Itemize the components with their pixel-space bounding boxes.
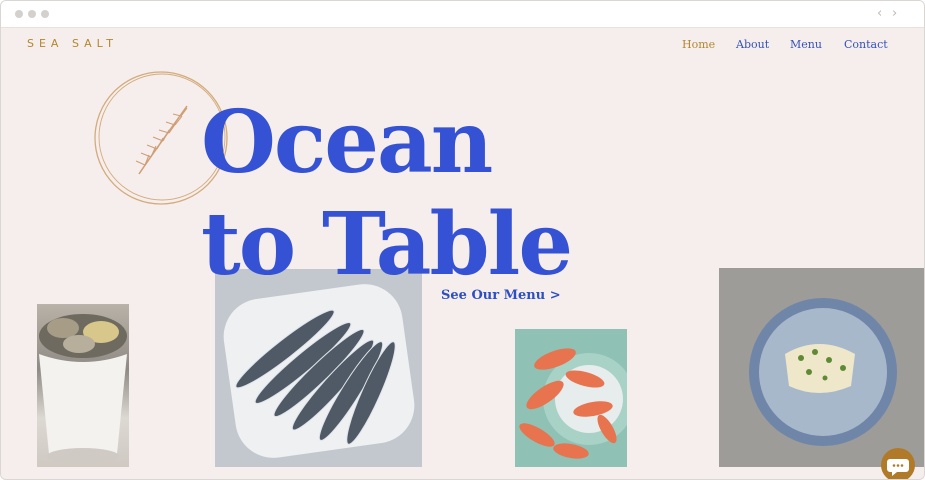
nav-about[interactable]: About [736, 38, 769, 51]
chat-icon [887, 459, 909, 476]
hero-title-line2: to Table [201, 194, 573, 295]
hero-title-line1: Ocean [201, 92, 493, 193]
nav-contact[interactable]: Contact [844, 38, 888, 51]
window-dot-1 [15, 10, 23, 18]
sardines-photo [215, 269, 422, 467]
see-menu-link[interactable]: See Our Menu > [441, 288, 561, 303]
nav-menu[interactable]: Menu [790, 38, 822, 51]
clams-photo [37, 304, 129, 467]
shrimp-photo [515, 329, 627, 467]
chevron-left-icon[interactable]: ‹ [877, 6, 882, 21]
chat-button[interactable] [881, 448, 915, 479]
browser-chrome: ‹ › [1, 1, 924, 28]
site-logo[interactable]: SEA SALT [27, 37, 118, 50]
chevron-right-icon[interactable]: › [892, 6, 897, 21]
window-dot-3 [41, 10, 49, 18]
window-dot-2 [28, 10, 36, 18]
fish-fillet-photo [719, 268, 924, 467]
site-page: SEA SALT Home About Menu Contact Ocean t… [1, 28, 924, 479]
nav-home[interactable]: Home [682, 38, 715, 51]
browser-window: ‹ › SEA SALT Home About Menu Contact Oce… [0, 0, 925, 480]
